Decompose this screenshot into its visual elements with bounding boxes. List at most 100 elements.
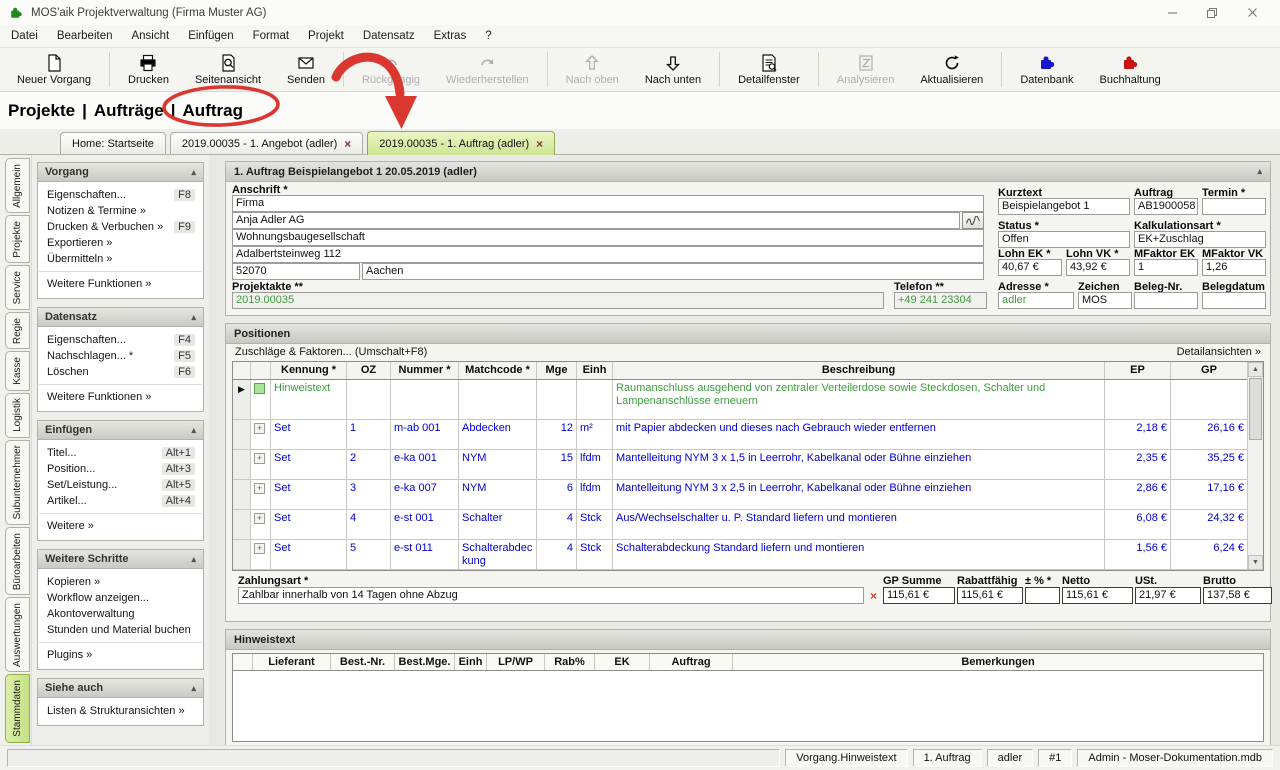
expand-icon[interactable]: + [254,453,265,464]
breadcrumb-part-projekte[interactable]: Projekte [8,101,75,121]
sidebar-item-nachschlagen[interactable]: Nachschlagen... * F5 [38,348,203,364]
sidebar-item-workflow-anzeigen[interactable]: Workflow anzeigen... [38,590,203,606]
workbook-tab-projekte[interactable]: Projekte [5,215,30,264]
breadcrumb-part-auftrag[interactable]: Auftrag [183,101,243,121]
sidebar-item-artikel[interactable]: Artikel... Alt+4 [38,493,203,509]
cell-mge[interactable]: 15 [537,450,577,479]
hint-column-blank[interactable] [233,654,253,670]
sidebar-item-notizen-termine[interactable]: Notizen & Termine » [38,203,203,219]
tab-close-icon[interactable]: × [536,138,543,150]
cell-oz[interactable]: 5 [347,540,391,569]
auftrag-input[interactable]: AB1900058 [1134,198,1198,215]
sidebar-item-set-leistung[interactable]: Set/Leistung... Alt+5 [38,477,203,493]
cell-einh[interactable]: m² [577,420,613,449]
tab-2019-00035-1-auftrag-adler[interactable]: 2019.00035 - 1. Auftrag (adler) × [367,131,556,155]
cell-mge[interactable]: 6 [537,480,577,509]
cell-beschreibung[interactable]: Raumanschluss ausgehend von zentraler Ve… [613,380,1105,419]
expand-icon[interactable]: + [254,513,265,524]
hint-column-ek[interactable]: EK [595,654,650,670]
mfaktor-vk-input[interactable]: 1,26 [1202,259,1266,276]
column-header-kennung[interactable]: Kennung * [271,362,347,379]
cell-einh[interactable] [577,380,613,419]
anschrift-line3-input[interactable]: Wohnungsbaugesellschaft [232,229,984,246]
cell-gp[interactable]: 17,16 € [1171,480,1247,509]
beleg-nr-input[interactable] [1134,292,1198,309]
cell-einh[interactable]: Stck [577,510,613,539]
sidebar-item-stunden-und-material-buchen[interactable]: Stunden und Material buchen [38,622,203,638]
zeichen-input[interactable]: MOS [1078,292,1132,309]
cell-kennung[interactable]: Set [271,510,347,539]
sidebar-item-plugins[interactable]: Plugins » [38,647,203,663]
table-row[interactable]: + Set 2 e-ka 001 NYM 15 lfdm Mantelleitung NYM … [233,450,1247,480]
cell-einh[interactable]: lfdm [577,480,613,509]
cell-ep[interactable]: 2,18 € [1105,420,1171,449]
cell-oz[interactable]: 4 [347,510,391,539]
cell-beschreibung[interactable]: Mantelleitung NYM 3 x 2,5 in Leerrohr, K… [613,480,1105,509]
cell-gp[interactable]: 6,24 € [1171,540,1247,569]
section-header-vorgang[interactable]: Vorgang ▴ [38,163,203,182]
cell-matchcode[interactable] [459,380,537,419]
cell-nummer[interactable]: m-ab 001 [391,420,459,449]
section-header-weitere-schritte[interactable]: Weitere Schritte ▴ [38,550,203,569]
cell-einh[interactable]: lfdm [577,450,613,479]
cell-nummer[interactable]: e-ka 001 [391,450,459,479]
sidebar-item-titel[interactable]: Titel... Alt+1 [38,445,203,461]
menu-item-extras[interactable]: Extras [434,30,467,42]
toolbar-button-neuer-vorgang[interactable]: Neuer Vorgang [4,49,104,90]
sidebar-item-akontoverwaltung[interactable]: Akontoverwaltung [38,606,203,622]
telefon-input[interactable]: +49 241 23304 [894,292,987,309]
cell-nummer[interactable] [391,380,459,419]
workbook-tab-logistik[interactable]: Logistik [5,392,30,438]
cell-matchcode[interactable]: Schalter [459,510,537,539]
sidebar-item-kopieren[interactable]: Kopieren » [38,574,203,590]
column-header-ep[interactable]: EP [1105,362,1171,379]
cell-ep[interactable]: 1,56 € [1105,540,1171,569]
hint-column-lp-wp[interactable]: LP/WP [487,654,545,670]
cell-matchcode[interactable]: Schalterabdeckung [459,540,537,569]
workbook-tab-regie[interactable]: Regie [5,311,30,350]
sidebar-item-löschen[interactable]: Löschen F6 [38,364,203,380]
anschrift-line4-input[interactable]: Adalbertsteinweg 112 [232,246,984,263]
cell-nummer[interactable]: e-st 011 [391,540,459,569]
sidebar-item-eigenschaften[interactable]: Eigenschaften... F4 [38,332,203,348]
anschrift-line1-input[interactable]: Firma [232,195,984,212]
column-header-einh[interactable]: Einh [577,362,613,379]
row-checkbox[interactable] [254,383,265,394]
restore-button[interactable] [1192,2,1232,24]
collapse-icon[interactable]: ▴ [191,425,196,436]
cell-nummer[interactable]: e-ka 007 [391,480,459,509]
cell-oz[interactable] [347,380,391,419]
table-row[interactable]: + Set 4 e-st 001 Schalter 4 Stck Aus/Wechselsch… [233,510,1247,540]
ort-input[interactable]: Aachen [362,263,984,280]
cell-gp[interactable]: 35,25 € [1171,450,1247,479]
cell-kennung[interactable]: Hinweistext [271,380,347,419]
cell-beschreibung[interactable]: Schalterabdeckung Standard liefern und m… [613,540,1105,569]
cell-mge[interactable]: 4 [537,540,577,569]
menu-item-item[interactable]: ? [485,30,491,42]
breadcrumb-part-aufträge[interactable]: Aufträge [94,101,164,121]
cell-mge[interactable]: 4 [537,510,577,539]
cell-beschreibung[interactable]: Aus/Wechselschalter u. P. Standard liefe… [613,510,1105,539]
hint-column-bemerkungen[interactable]: Bemerkungen [733,654,1263,670]
detail-views-link[interactable]: Detailansichten » [1177,346,1261,358]
total-value-brutto[interactable]: 137,58 € [1203,587,1272,604]
toolbar-button-datenbank[interactable]: Datenbank [1007,49,1086,90]
surcharges-link[interactable]: Zuschläge & Faktoren... (Umschalt+F8) [235,346,427,358]
expand-icon[interactable]: + [254,483,265,494]
table-row[interactable]: ▶ Hinweistext Raumanschluss ausgehend von … [233,380,1247,420]
cell-gp[interactable] [1171,380,1247,419]
toolbar-button-aktualisieren[interactable]: Aktualisieren [907,49,996,90]
collapse-icon[interactable]: ▴ [1257,166,1262,177]
cell-kennung[interactable]: Set [271,450,347,479]
sidebar-splitter[interactable] [209,155,217,745]
hint-column-lieferant[interactable]: Lieferant [253,654,331,670]
lohn-vk-input[interactable]: 43,92 € [1066,259,1130,276]
sidebar-item-exportieren[interactable]: Exportieren » [38,235,203,251]
cell-gp[interactable]: 26,16 € [1171,420,1247,449]
menu-item-format[interactable]: Format [253,30,289,42]
column-header-blank-1[interactable] [251,362,271,379]
section-header-datensatz[interactable]: Datensatz ▴ [38,308,203,327]
expand-icon[interactable]: + [254,423,265,434]
cell-mge[interactable] [537,380,577,419]
sidebar-item-weitere[interactable]: Weitere » [38,518,203,534]
